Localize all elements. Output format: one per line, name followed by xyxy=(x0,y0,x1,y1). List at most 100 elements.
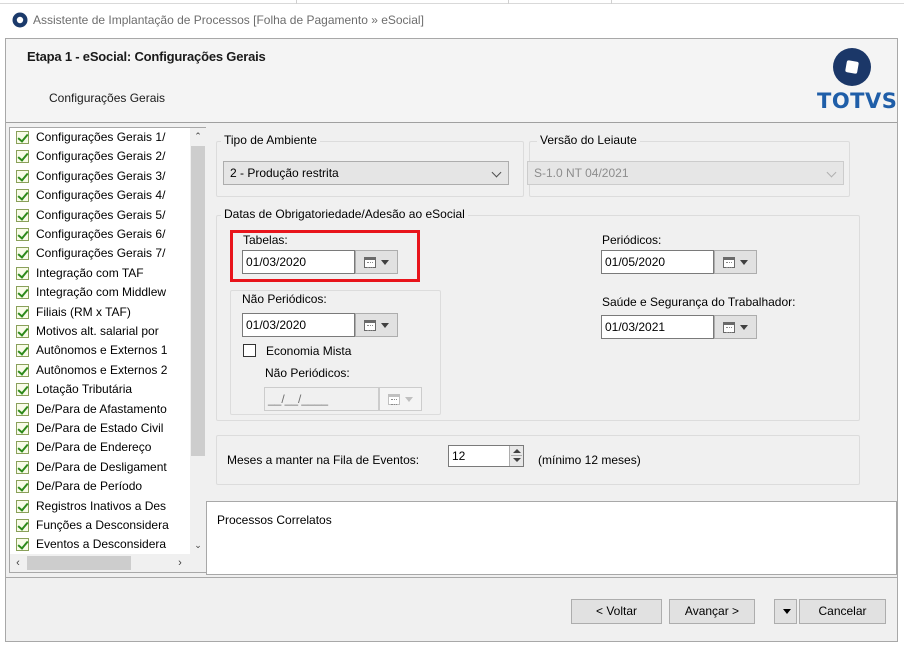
window-title: Assistente de Implantação de Processos [… xyxy=(33,13,424,27)
periodicos-calendar-button[interactable] xyxy=(714,250,757,274)
tree-item-label: Integração com Middlew xyxy=(36,285,167,300)
top-divider xyxy=(0,0,904,4)
checkmark-icon xyxy=(16,499,29,513)
dropdown-arrow-icon xyxy=(381,323,389,328)
tree-item-label: De/Para de Período xyxy=(36,479,143,494)
voltar-button[interactable]: < Voltar xyxy=(571,599,662,624)
tipo-ambiente-select[interactable]: 2 - Produção restrita xyxy=(223,161,509,185)
tree-item-label: Eventos a Desconsidera xyxy=(36,537,167,552)
calendar-icon xyxy=(388,394,400,405)
steps-tree-items: Configurações Gerais 1/Configurações Ger… xyxy=(10,128,190,554)
tree-item-label: Filiais (RM x TAF) xyxy=(36,304,131,319)
checkmark-icon xyxy=(16,286,29,300)
nao-periodicos-mista-date-input: __/__/____ xyxy=(264,387,379,411)
totvs-logo-text: TOTVS xyxy=(817,89,898,113)
datas-label: Datas de Obrigatoriedade/Adesão ao eSoci… xyxy=(221,207,468,221)
meses-hint: (mínimo 12 meses) xyxy=(538,453,641,467)
scroll-up-icon[interactable]: ⌃ xyxy=(190,128,206,145)
calendar-icon xyxy=(723,257,735,268)
checkmark-icon xyxy=(16,422,29,435)
calendar-icon xyxy=(723,322,735,333)
scroll-thumb-horizontal[interactable] xyxy=(27,556,131,570)
options-dropdown-button[interactable] xyxy=(774,599,797,624)
checkmark-icon xyxy=(16,266,29,280)
tipo-ambiente-value: 2 - Produção restrita xyxy=(230,166,339,180)
tree-item-label: Funções a Desconsidera xyxy=(36,518,169,532)
stepper-down-icon[interactable] xyxy=(513,458,521,462)
checkmark-icon xyxy=(16,344,29,358)
tree-item-label: De/Para de Desligament xyxy=(36,459,167,474)
tree-item-label: Configurações Gerais 4/ xyxy=(36,188,166,203)
versao-leiaute-select: S-1.0 NT 04/2021 xyxy=(527,161,844,185)
chevron-down-icon xyxy=(826,167,837,178)
dropdown-arrow-icon xyxy=(740,325,748,330)
totvs-logo-icon xyxy=(833,48,871,86)
checkmark-icon xyxy=(16,150,29,164)
tree-item-label: Lotação Tributária xyxy=(36,382,133,397)
step-title: Etapa 1 - eSocial: Configurações Gerais xyxy=(27,49,266,64)
checkmark-icon xyxy=(16,460,29,474)
stepper-up-icon[interactable] xyxy=(513,449,521,453)
tree-item-label: Autônomos e Externos 1 xyxy=(36,343,168,358)
checkmark-icon xyxy=(16,189,29,203)
scroll-thumb[interactable] xyxy=(191,146,205,456)
tree-item-label: Autônomos e Externos 2 xyxy=(36,362,168,377)
versao-leiaute-value: S-1.0 NT 04/2021 xyxy=(534,166,629,180)
steps-tree[interactable]: Configurações Gerais 1/Configurações Ger… xyxy=(9,127,206,573)
avancar-button-label: Avançar > xyxy=(684,604,740,618)
scroll-left-icon[interactable]: ‹ xyxy=(10,554,26,572)
dropdown-arrow-icon xyxy=(783,609,791,614)
wizard-window: Etapa 1 - eSocial: Configurações Gerais … xyxy=(5,38,898,642)
checkmark-icon xyxy=(16,441,29,455)
checkmark-icon xyxy=(16,480,29,494)
checkmark-icon xyxy=(16,325,29,338)
tree-item-label: De/Para de Endereço xyxy=(36,440,152,455)
stepper-divider xyxy=(511,455,522,456)
scroll-right-icon[interactable]: › xyxy=(172,554,188,572)
nao-periodicos-mista-label: Não Periódicos: xyxy=(265,366,350,380)
scrollbar-corner xyxy=(190,554,206,572)
meses-value: 12 xyxy=(452,449,466,463)
meses-stepper-buttons[interactable] xyxy=(509,446,523,466)
checkmark-icon xyxy=(16,402,29,416)
tree-item-label: Motivos alt. salarial por xyxy=(36,324,159,338)
sst-date-input[interactable]: 01/03/2021 xyxy=(601,315,714,339)
calendar-icon xyxy=(364,320,376,331)
tree-item-label: Configurações Gerais 5/ xyxy=(36,207,166,222)
checkmark-icon xyxy=(16,247,29,261)
meses-label: Meses a manter na Fila de Eventos: xyxy=(227,453,420,467)
checkmark-icon xyxy=(16,538,29,552)
tree-vertical-scrollbar[interactable]: ⌃ ⌄ xyxy=(190,128,206,554)
tree-item-label: Configurações Gerais 2/ xyxy=(36,149,166,164)
tree-item-label: Configurações Gerais 7/ xyxy=(36,246,166,261)
tree-item-label: De/Para de Afastamento xyxy=(36,401,167,416)
tree-item-label: Configurações Gerais 1/ xyxy=(36,130,166,144)
economia-mista-checkbox[interactable] xyxy=(243,344,256,357)
dropdown-arrow-icon xyxy=(740,260,748,265)
totvs-logo: TOTVS xyxy=(812,45,898,117)
voltar-button-label: < Voltar xyxy=(595,604,638,618)
tree-item-label: De/Para de Estado Civil xyxy=(36,421,164,435)
scroll-down-icon[interactable]: ⌄ xyxy=(190,537,206,554)
nao-periodicos-calendar-button[interactable] xyxy=(355,313,398,337)
processos-correlatos-panel: Processos Correlatos xyxy=(206,501,897,575)
highlight-box xyxy=(230,230,420,282)
economia-mista-label: Economia Mista xyxy=(266,344,352,358)
sst-calendar-button[interactable] xyxy=(714,315,757,339)
sst-label: Saúde e Segurança do Trabalhador: xyxy=(602,295,796,309)
wizard-footer: < Voltar Avançar > Cancelar xyxy=(6,577,897,641)
tree-horizontal-scrollbar[interactable]: ‹ › xyxy=(10,554,190,572)
app-icon xyxy=(12,12,28,28)
periodicos-date-input[interactable]: 01/05/2020 xyxy=(601,250,714,274)
checkmark-icon xyxy=(16,131,29,144)
nao-periodicos-date-input[interactable]: 01/03/2020 xyxy=(242,313,355,337)
nao-periodicos-mista-calendar-button xyxy=(379,387,422,411)
step-subtitle: Configurações Gerais xyxy=(49,91,166,105)
top-divider-tick xyxy=(611,0,612,4)
wizard-header: Etapa 1 - eSocial: Configurações Gerais … xyxy=(6,39,897,123)
cancelar-button[interactable]: Cancelar xyxy=(799,599,886,624)
tree-item-label: Configurações Gerais 6/ xyxy=(36,227,166,241)
processos-correlatos-title: Processos Correlatos xyxy=(217,513,332,527)
checkmark-icon xyxy=(16,519,29,532)
avancar-button[interactable]: Avançar > xyxy=(669,599,755,624)
